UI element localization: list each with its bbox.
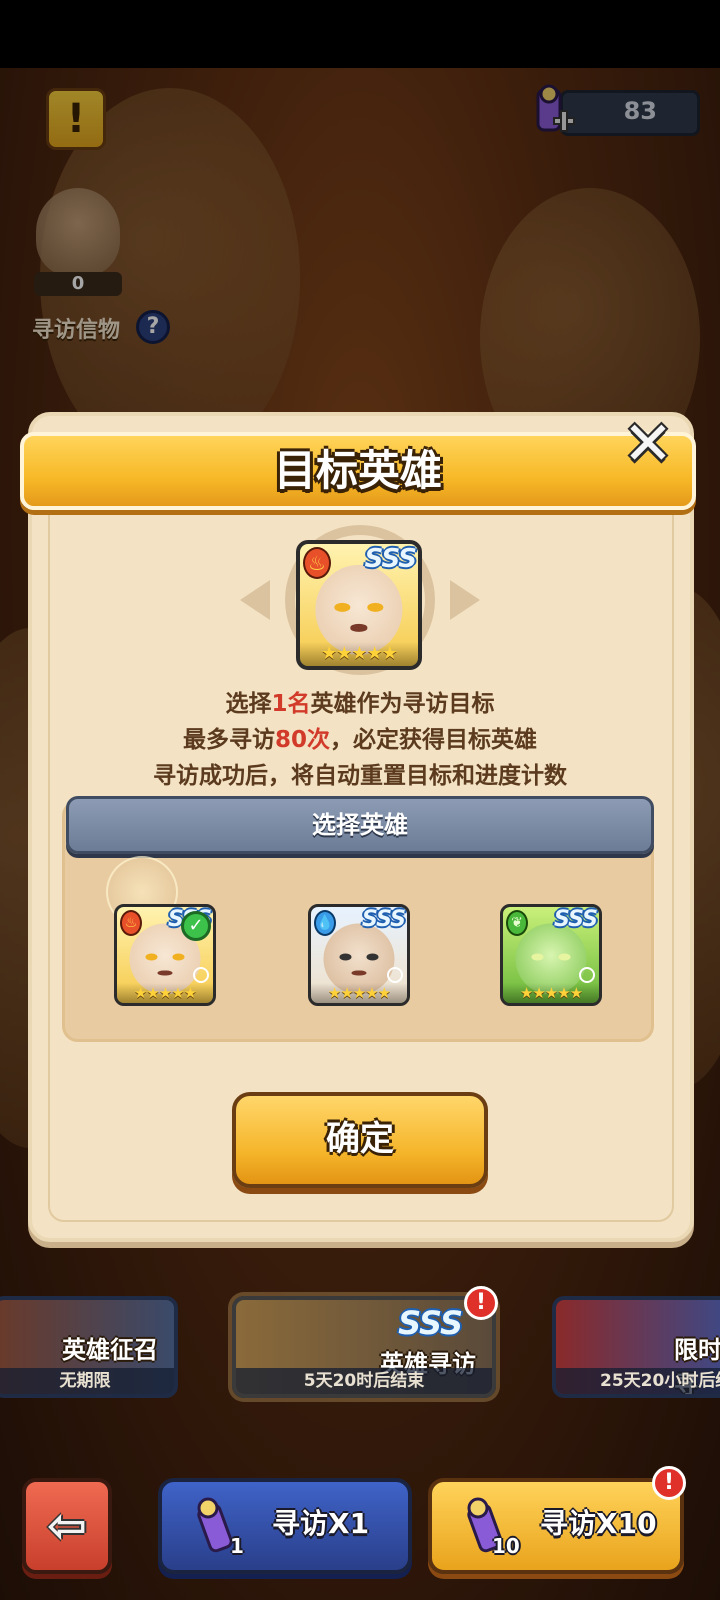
featured-hero-portrait: ♨ SSS ★★★★★ (296, 540, 422, 670)
check-icon: ✓ (181, 911, 211, 941)
banner-subtitle: 25天20小时后结 (556, 1368, 720, 1394)
dialog-title: 目标英雄 (273, 446, 442, 495)
fire-icon: ♨ (303, 547, 331, 579)
star-rating: ★★★★★ (300, 642, 418, 666)
banner-subtitle: 5天20时后结束 (236, 1368, 492, 1394)
scroll-quantity: 1 (230, 1534, 244, 1558)
banner-title: 英雄征召 (62, 1336, 158, 1364)
select-hero-header: 选择英雄 (66, 796, 654, 854)
star-rating: ★★★★★ (311, 983, 407, 1003)
rarity-tag: SSS (398, 1304, 463, 1342)
rarity-tag: SSS (362, 907, 406, 932)
magnifier-icon[interactable] (579, 967, 595, 983)
draw-x10-button[interactable]: 10 寻访X10 (428, 1478, 684, 1574)
banner-subtitle: 无期限 (0, 1368, 174, 1394)
notification-badge: ! (464, 1286, 498, 1320)
banner-limited[interactable]: 限时寻 25天20小时后结 (552, 1296, 720, 1398)
close-icon[interactable]: ✕ (616, 414, 680, 478)
desc-line-3: 寻访成功后，将自动重置目标和进度计数 (153, 763, 567, 789)
back-button[interactable]: ⇦ (22, 1478, 112, 1574)
status-bar (0, 0, 720, 68)
draw-x1-button[interactable]: 1 寻访X1 (158, 1478, 412, 1574)
hero-option-1[interactable]: ♨ SSS ✓ ★★★★★ (114, 904, 216, 1006)
hero-option-3[interactable]: ❦ SSS ★★★★★ (500, 904, 602, 1006)
star-rating: ★★★★★ (117, 983, 213, 1003)
notification-badge: ! (652, 1466, 686, 1500)
confirm-button[interactable]: 确定 (232, 1092, 488, 1188)
scroll-quantity: 10 (492, 1534, 520, 1558)
magnifier-icon[interactable] (193, 967, 209, 983)
draw-x10-label: 寻访X10 (540, 1507, 657, 1540)
back-arrow-icon: ⇦ (46, 1498, 88, 1554)
banner-hero-recruit[interactable]: 英雄征召 无期限 (0, 1296, 178, 1398)
desc-line-1: 选择1名英雄作为寻访目标 (225, 691, 495, 717)
desc-line-2: 最多寻访80次，必定获得目标英雄 (182, 727, 537, 753)
draw-x1-label: 寻访X1 (272, 1507, 370, 1540)
magnifier-icon[interactable] (387, 967, 403, 983)
leaf-icon: ❦ (506, 910, 528, 936)
hero-option-2[interactable]: 💧 SSS ★★★★★ (308, 904, 410, 1006)
rarity-tag: SSS (554, 907, 598, 932)
fire-icon: ♨ (120, 910, 142, 936)
star-rating: ★★★★★ (503, 983, 599, 1003)
banner-hero-visit[interactable]: SSS 英雄寻访 5天20时后结束 (232, 1296, 496, 1398)
rarity-tag: SSS (364, 544, 417, 574)
water-icon: 💧 (314, 910, 336, 936)
